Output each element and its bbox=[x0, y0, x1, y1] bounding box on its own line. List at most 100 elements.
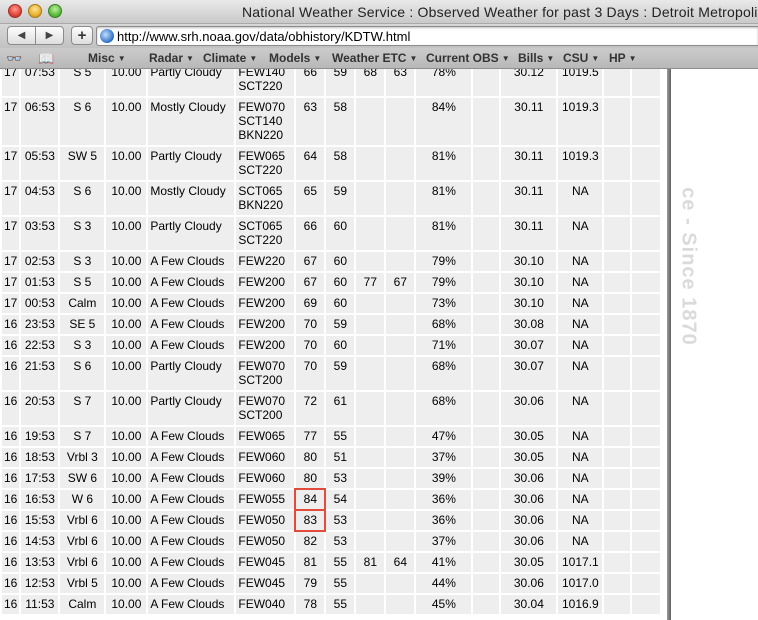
dewpoint-cell: 53 bbox=[326, 532, 355, 551]
minimize-window-button[interactable] bbox=[28, 4, 42, 18]
url-input[interactable] bbox=[117, 27, 747, 45]
empty-cell bbox=[632, 273, 661, 292]
visibility-cell: 10.00 bbox=[106, 532, 147, 551]
sea-level-pressure-cell: 1019.3 bbox=[558, 98, 603, 145]
altimeter-cell: 30.06 bbox=[501, 469, 557, 488]
sky-conditions-cell: FEW070 SCT200 bbox=[236, 357, 295, 390]
bookmark-menu-current-obs[interactable]: Current OBS ▼ bbox=[426, 51, 510, 65]
temperature-cell: 67 bbox=[296, 273, 325, 292]
dewpoint-cell: 58 bbox=[326, 147, 355, 180]
altimeter-cell: 30.06 bbox=[501, 490, 557, 509]
weather-cell: A Few Clouds bbox=[148, 574, 235, 593]
dropdown-arrow-icon: ▼ bbox=[501, 54, 510, 63]
humidity-cell: 78% bbox=[416, 69, 472, 96]
empty-cell bbox=[632, 147, 661, 180]
dewpoint-cell: 53 bbox=[326, 511, 355, 530]
back-button[interactable]: ◀ bbox=[8, 27, 35, 44]
empty-cell bbox=[473, 490, 500, 509]
empty-cell bbox=[473, 511, 500, 530]
wind-cell: SE 5 bbox=[60, 315, 105, 334]
bookmarks-book-icon[interactable]: 📖 bbox=[38, 51, 54, 67]
min-6hr-cell bbox=[386, 392, 415, 425]
bookmark-menu-models[interactable]: Models ▼ bbox=[269, 51, 321, 65]
sky-conditions-cell: FEW045 bbox=[236, 574, 295, 593]
max-6hr-cell bbox=[356, 392, 385, 425]
max-6hr-cell bbox=[356, 595, 385, 614]
humidity-cell: 68% bbox=[416, 392, 472, 425]
bookmark-menu-radar[interactable]: Radar ▼ bbox=[149, 51, 194, 65]
table-row: 17 04:53 S 6 10.00 Mostly Cloudy SCT065 BKN22… bbox=[2, 182, 661, 215]
dropdown-arrow-icon: ▼ bbox=[628, 54, 637, 63]
bookmark-menu-misc[interactable]: Misc ▼ bbox=[88, 51, 126, 65]
sea-level-pressure-cell: NA bbox=[558, 182, 603, 215]
max-6hr-cell bbox=[356, 217, 385, 250]
date-cell: 17 bbox=[2, 147, 20, 180]
sky-conditions-cell: FEW200 bbox=[236, 315, 295, 334]
bookmark-menu-bills[interactable]: Bills ▼ bbox=[518, 51, 554, 65]
table-row: 16 18:53 Vrbl 3 10.00 A Few Clouds FEW060 80 51… bbox=[2, 448, 661, 467]
temperature-cell: 65 bbox=[296, 182, 325, 215]
wind-cell: S 7 bbox=[60, 392, 105, 425]
side-panel bbox=[671, 69, 758, 620]
weather-cell: A Few Clouds bbox=[148, 532, 235, 551]
close-window-button[interactable] bbox=[8, 4, 22, 18]
table-row: 16 11:53 Calm 10.00 A Few Clouds FEW040 78 55 45… bbox=[2, 595, 661, 614]
forward-button[interactable]: ▶ bbox=[35, 27, 63, 44]
address-bar[interactable] bbox=[96, 26, 758, 46]
time-cell: 20:53 bbox=[21, 392, 59, 425]
bookmark-menu-label: Misc bbox=[88, 51, 115, 65]
empty-cell bbox=[604, 532, 631, 551]
empty-cell bbox=[632, 448, 661, 467]
bookmark-menu-hp[interactable]: HP ▼ bbox=[609, 51, 637, 65]
visibility-cell: 10.00 bbox=[106, 448, 147, 467]
bookmark-menu-climate[interactable]: Climate ▼ bbox=[203, 51, 257, 65]
forward-arrow-icon: ▶ bbox=[45, 30, 54, 41]
visibility-cell: 10.00 bbox=[106, 392, 147, 425]
empty-cell bbox=[632, 182, 661, 215]
time-cell: 12:53 bbox=[21, 574, 59, 593]
wind-cell: S 6 bbox=[60, 357, 105, 390]
min-6hr-cell bbox=[386, 98, 415, 145]
weather-cell: A Few Clouds bbox=[148, 448, 235, 467]
max-6hr-cell bbox=[356, 98, 385, 145]
max-6hr-cell bbox=[356, 448, 385, 467]
empty-cell bbox=[604, 448, 631, 467]
wind-cell: S 5 bbox=[60, 69, 105, 96]
humidity-cell: 68% bbox=[416, 357, 472, 390]
sky-conditions-cell: FEW050 bbox=[236, 532, 295, 551]
sea-level-pressure-cell: 1019.3 bbox=[558, 147, 603, 180]
bookmark-menu-csu[interactable]: CSU ▼ bbox=[563, 51, 599, 65]
reading-glasses-icon[interactable]: 👓 bbox=[6, 51, 22, 67]
sky-conditions-cell: FEW040 bbox=[236, 595, 295, 614]
table-row: 17 07:53 S 5 10.00 Partly Cloudy FEW140 SCT22… bbox=[2, 69, 661, 96]
wind-cell: S 6 bbox=[60, 98, 105, 145]
time-cell: 06:53 bbox=[21, 98, 59, 145]
max-6hr-cell bbox=[356, 532, 385, 551]
min-6hr-cell bbox=[386, 595, 415, 614]
empty-cell bbox=[473, 574, 500, 593]
sea-level-pressure-cell: 1019.5 bbox=[558, 69, 603, 96]
temperature-cell: 80 bbox=[296, 469, 325, 488]
min-6hr-cell bbox=[386, 336, 415, 355]
empty-cell bbox=[473, 532, 500, 551]
bookmark-menu-label: CSU bbox=[563, 51, 589, 65]
empty-cell bbox=[632, 469, 661, 488]
add-bookmark-button[interactable]: + bbox=[71, 26, 93, 45]
zoom-window-button[interactable] bbox=[48, 4, 62, 18]
time-cell: 17:53 bbox=[21, 469, 59, 488]
sea-level-pressure-cell: NA bbox=[558, 294, 603, 313]
visibility-cell: 10.00 bbox=[106, 315, 147, 334]
min-6hr-cell bbox=[386, 532, 415, 551]
bookmark-menu-weather-etc[interactable]: Weather ETC ▼ bbox=[332, 51, 417, 65]
empty-cell bbox=[604, 490, 631, 509]
sea-level-pressure-cell: 1017.0 bbox=[558, 574, 603, 593]
max-6hr-cell bbox=[356, 315, 385, 334]
temperature-cell: 66 bbox=[296, 217, 325, 250]
empty-cell bbox=[604, 273, 631, 292]
bookmark-menu-label: Climate bbox=[203, 51, 247, 65]
time-cell: 04:53 bbox=[21, 182, 59, 215]
max-6hr-cell bbox=[356, 147, 385, 180]
sea-level-pressure-cell: NA bbox=[558, 357, 603, 390]
dewpoint-cell: 60 bbox=[326, 336, 355, 355]
empty-cell bbox=[473, 273, 500, 292]
